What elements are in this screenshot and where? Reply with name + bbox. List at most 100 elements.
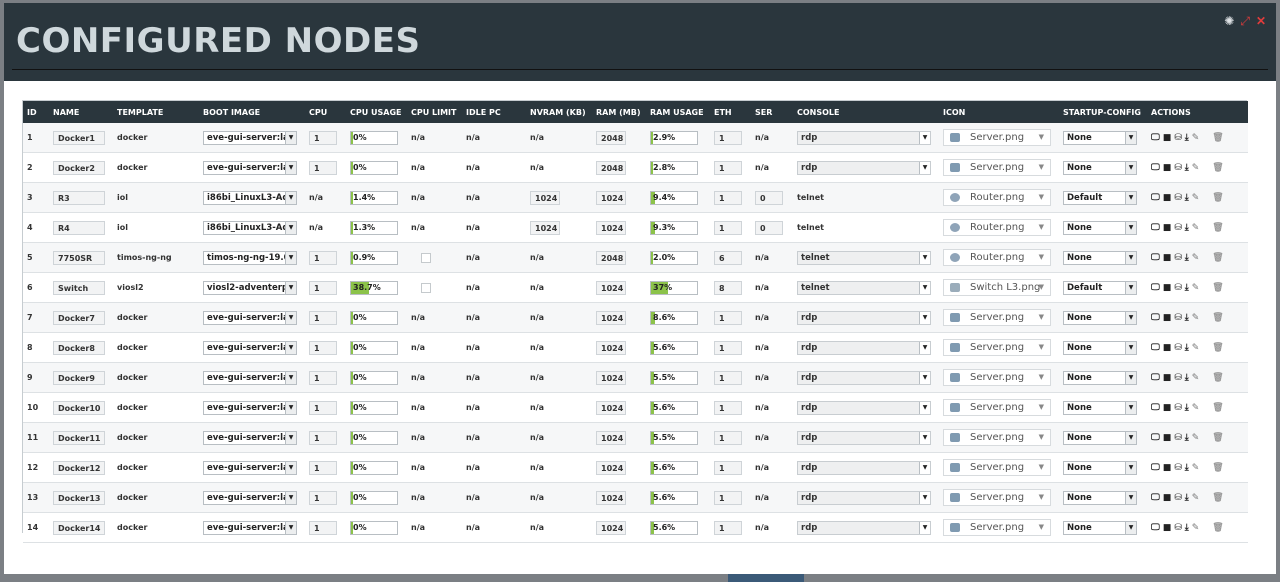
cpu-input[interactable]: 1 xyxy=(309,280,337,295)
edit-icon[interactable]: ✎ xyxy=(1192,493,1200,503)
wipe-icon[interactable]: ⛁ xyxy=(1174,433,1182,443)
cpu-input[interactable]: 1 xyxy=(309,460,337,475)
trash-icon[interactable]: 🗑 xyxy=(1212,433,1223,443)
console-icon[interactable]: 🖵 xyxy=(1151,133,1160,143)
wipe-icon[interactable]: ⛁ xyxy=(1174,283,1182,293)
trash-icon[interactable]: 🗑 xyxy=(1212,463,1223,473)
eth-input[interactable]: 1 xyxy=(714,400,742,415)
startup-config-select[interactable]: None ▼ xyxy=(1063,520,1137,535)
edit-icon[interactable]: ✎ xyxy=(1192,223,1200,233)
console-icon[interactable]: 🖵 xyxy=(1151,403,1160,413)
eth-input[interactable]: 1 xyxy=(714,430,742,445)
export-icon[interactable]: ⤓ xyxy=(1185,463,1189,473)
cpu-input[interactable]: 1 xyxy=(309,430,337,445)
expand-icon[interactable]: ⤢ xyxy=(1240,15,1250,27)
cpu-input[interactable]: 1 xyxy=(309,160,337,175)
edit-icon[interactable]: ✎ xyxy=(1192,433,1200,443)
console-select[interactable]: telnet ▼ xyxy=(797,280,931,295)
ram-input[interactable]: 1024 xyxy=(596,220,626,235)
startup-config-select[interactable]: None ▼ xyxy=(1063,250,1137,265)
ram-input[interactable]: 1024 xyxy=(596,460,626,475)
startup-config-select[interactable]: None ▼ xyxy=(1063,160,1137,175)
edit-icon[interactable]: ✎ xyxy=(1192,463,1200,473)
close-icon[interactable]: ✕ xyxy=(1256,15,1266,27)
console-icon[interactable]: 🖵 xyxy=(1151,523,1160,533)
edit-icon[interactable]: ✎ xyxy=(1192,313,1200,323)
ram-input[interactable]: 2048 xyxy=(596,160,626,175)
export-icon[interactable]: ⤓ xyxy=(1185,403,1189,413)
startup-config-select[interactable]: None ▼ xyxy=(1063,370,1137,385)
icon-select[interactable]: Server.png ▼ xyxy=(943,489,1051,506)
edit-icon[interactable]: ✎ xyxy=(1192,253,1200,263)
console-icon[interactable]: 🖵 xyxy=(1151,373,1160,383)
console-icon[interactable]: 🖵 xyxy=(1151,343,1160,353)
boot-image-select[interactable]: viosl2-adventerpri ▼ xyxy=(203,280,297,295)
console-select[interactable]: rdp ▼ xyxy=(797,310,931,325)
startup-config-select[interactable]: None ▼ xyxy=(1063,220,1137,235)
edit-icon[interactable]: ✎ xyxy=(1192,163,1200,173)
console-icon[interactable]: 🖵 xyxy=(1151,433,1160,443)
console-icon[interactable]: 🖵 xyxy=(1151,283,1160,293)
console-icon[interactable]: 🖵 xyxy=(1151,163,1160,173)
stop-icon[interactable]: ■ xyxy=(1163,223,1172,233)
eth-input[interactable]: 1 xyxy=(714,190,742,205)
stop-icon[interactable]: ■ xyxy=(1163,373,1172,383)
export-icon[interactable]: ⤓ xyxy=(1185,133,1189,143)
export-icon[interactable]: ⤓ xyxy=(1185,223,1189,233)
boot-image-select[interactable]: eve-gui-server:lat ▼ xyxy=(203,460,297,475)
name-input[interactable]: Docker8 xyxy=(53,340,105,355)
wipe-icon[interactable]: ⛁ xyxy=(1174,223,1182,233)
trash-icon[interactable]: 🗑 xyxy=(1212,253,1223,263)
trash-icon[interactable]: 🗑 xyxy=(1212,343,1223,353)
eth-input[interactable]: 1 xyxy=(714,460,742,475)
name-input[interactable]: Docker2 xyxy=(53,160,105,175)
trash-icon[interactable]: 🗑 xyxy=(1212,193,1223,203)
startup-config-select[interactable]: None ▼ xyxy=(1063,130,1137,145)
icon-select[interactable]: Server.png ▼ xyxy=(943,429,1051,446)
boot-image-select[interactable]: i86bi_LinuxL3-Adv ▼ xyxy=(203,190,297,205)
wipe-icon[interactable]: ⛁ xyxy=(1174,403,1182,413)
ram-input[interactable]: 1024 xyxy=(596,310,626,325)
ser-input[interactable]: 0 xyxy=(755,220,783,235)
wipe-icon[interactable]: ⛁ xyxy=(1174,373,1182,383)
stop-icon[interactable]: ■ xyxy=(1163,253,1172,263)
export-icon[interactable]: ⤓ xyxy=(1185,523,1189,533)
icon-select[interactable]: Server.png ▼ xyxy=(943,159,1051,176)
ser-input[interactable]: 0 xyxy=(755,190,783,205)
eth-input[interactable]: 6 xyxy=(714,250,742,265)
cpu-input[interactable]: 1 xyxy=(309,490,337,505)
edit-icon[interactable]: ✎ xyxy=(1192,133,1200,143)
boot-image-select[interactable]: eve-gui-server:lat ▼ xyxy=(203,340,297,355)
cpu-limit-checkbox[interactable] xyxy=(421,282,431,293)
icon-select[interactable]: Switch L3.png ▼ xyxy=(943,279,1051,296)
edit-icon[interactable]: ✎ xyxy=(1192,343,1200,353)
boot-image-select[interactable]: eve-gui-server:lat ▼ xyxy=(203,430,297,445)
stop-icon[interactable]: ■ xyxy=(1163,493,1172,503)
console-icon[interactable]: 🖵 xyxy=(1151,313,1160,323)
stop-icon[interactable]: ■ xyxy=(1163,163,1172,173)
console-icon[interactable]: 🖵 xyxy=(1151,193,1160,203)
name-input[interactable]: Docker12 xyxy=(53,460,105,475)
export-icon[interactable]: ⤓ xyxy=(1185,163,1189,173)
wipe-icon[interactable]: ⛁ xyxy=(1174,313,1182,323)
trash-icon[interactable]: 🗑 xyxy=(1212,163,1223,173)
ram-input[interactable]: 1024 xyxy=(596,490,626,505)
startup-config-select[interactable]: Default ▼ xyxy=(1063,280,1137,295)
ram-input[interactable]: 1024 xyxy=(596,280,626,295)
cpu-input[interactable]: 1 xyxy=(309,370,337,385)
console-icon[interactable]: 🖵 xyxy=(1151,253,1160,263)
export-icon[interactable]: ⤓ xyxy=(1185,493,1189,503)
console-select[interactable]: telnet ▼ xyxy=(797,250,931,265)
icon-select[interactable]: Router.png ▼ xyxy=(943,219,1051,236)
cpu-input[interactable]: 1 xyxy=(309,130,337,145)
cpu-input[interactable]: 1 xyxy=(309,250,337,265)
export-icon[interactable]: ⤓ xyxy=(1185,343,1189,353)
console-select[interactable]: rdp ▼ xyxy=(797,460,931,475)
wipe-icon[interactable]: ⛁ xyxy=(1174,493,1182,503)
stop-icon[interactable]: ■ xyxy=(1163,523,1172,533)
ram-input[interactable]: 2048 xyxy=(596,250,626,265)
boot-image-select[interactable]: eve-gui-server:lat ▼ xyxy=(203,400,297,415)
trash-icon[interactable]: 🗑 xyxy=(1212,493,1223,503)
ram-input[interactable]: 1024 xyxy=(596,340,626,355)
cpu-limit-checkbox[interactable] xyxy=(421,252,431,263)
